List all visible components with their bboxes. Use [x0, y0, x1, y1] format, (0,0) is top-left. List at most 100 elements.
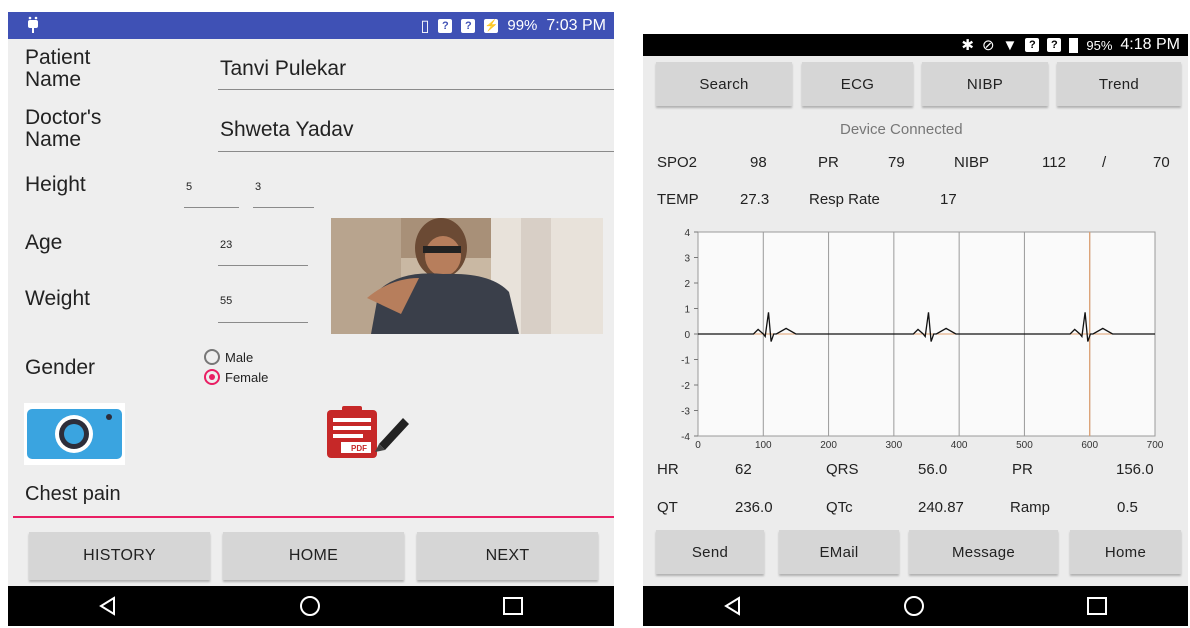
- patient-name-underline: [218, 89, 614, 90]
- gender-radio-female[interactable]: Female: [204, 369, 268, 385]
- nibp-systolic: 112: [1042, 154, 1066, 171]
- doctor-name-input[interactable]: Shweta Yadav: [220, 118, 354, 142]
- y-tick-label: 1: [684, 305, 690, 316]
- spo2-label: SPO2: [657, 154, 698, 171]
- tab-search[interactable]: Search: [656, 62, 792, 106]
- home-button[interactable]: Home: [1070, 530, 1181, 574]
- x-tick-label: 700: [1147, 440, 1164, 451]
- camera-button[interactable]: [24, 403, 125, 465]
- doctor-name-underline: [218, 151, 614, 152]
- vibrate-icon: ▯: [420, 17, 430, 35]
- home-circle-icon[interactable]: [299, 595, 321, 617]
- status-bar: ▯ ? ? ⚡ 99% 7:03 PM: [8, 12, 614, 39]
- back-icon[interactable]: [723, 596, 743, 616]
- android-nav-bar: [643, 586, 1188, 626]
- battery-percent: 99%: [507, 17, 538, 34]
- radio-male-label: Male: [225, 349, 254, 365]
- qtc-label: QTc: [826, 499, 853, 516]
- home-button[interactable]: HOME: [223, 532, 404, 580]
- history-button[interactable]: HISTORY: [29, 532, 210, 580]
- pdf-badge-text: PDF: [351, 444, 367, 453]
- y-tick-label: 2: [684, 279, 690, 290]
- nibp-label: NIBP: [954, 154, 990, 171]
- y-tick-label: 4: [684, 228, 690, 239]
- age-input[interactable]: 23: [220, 239, 232, 251]
- sim1-icon: ?: [1025, 38, 1040, 52]
- email-button[interactable]: EMail: [779, 530, 899, 574]
- y-tick-label: -4: [681, 432, 690, 443]
- ecg-monitor-screen: ✱ ⊘ ▼ ? ? 95% 4:18 PM Search ECG NIBP Tr…: [643, 34, 1188, 626]
- qt-label: QT: [657, 499, 678, 516]
- x-tick-label: 400: [951, 440, 968, 451]
- y-tick-label: 0: [684, 330, 690, 341]
- send-button[interactable]: Send: [656, 530, 764, 574]
- patient-name-input[interactable]: Tanvi Pulekar: [220, 57, 346, 81]
- height-feet-input[interactable]: 5: [186, 181, 192, 193]
- patient-form-screen: ▯ ? ? ⚡ 99% 7:03 PM Patient Name Tanvi P…: [8, 12, 614, 626]
- age-underline: [218, 265, 308, 266]
- gender-radio-male[interactable]: Male: [204, 349, 253, 365]
- hr-label: HR: [657, 461, 679, 478]
- qtc-value: 240.87: [918, 499, 964, 516]
- tab-nibp[interactable]: NIBP: [922, 62, 1048, 106]
- weight-label: Weight: [25, 287, 90, 310]
- battery-percent: 95%: [1086, 37, 1113, 53]
- android-notification-icon: [28, 16, 38, 33]
- pdf-report-button[interactable]: PDF: [317, 404, 412, 464]
- ramp-label: Ramp: [1010, 499, 1051, 516]
- y-tick-label: -3: [681, 407, 690, 418]
- nibp-diastolic: 70: [1153, 154, 1170, 171]
- weight-underline: [218, 322, 308, 323]
- resp-rate-value: 17: [940, 191, 957, 208]
- clock: 4:18 PM: [1120, 36, 1180, 53]
- tab-trend[interactable]: Trend: [1057, 62, 1181, 106]
- connection-status: Device Connected: [840, 121, 963, 138]
- nibp-separator: /: [1102, 154, 1107, 171]
- back-icon[interactable]: [98, 596, 118, 616]
- y-tick-label: -1: [681, 356, 690, 367]
- age-label: Age: [25, 231, 63, 254]
- patient-photo[interactable]: [331, 218, 603, 334]
- home-circle-icon[interactable]: [903, 595, 925, 617]
- height-label: Height: [25, 173, 86, 196]
- recents-icon[interactable]: [1086, 596, 1108, 616]
- tab-ecg[interactable]: ECG: [802, 62, 913, 106]
- hr-value: 62: [735, 461, 752, 478]
- pr-interval-value: 156.0: [1116, 461, 1154, 478]
- qt-value: 236.0: [735, 499, 773, 516]
- radio-male-circle[interactable]: [204, 349, 220, 365]
- status-bar: ✱ ⊘ ▼ ? ? 95% 4:18 PM: [643, 34, 1188, 56]
- wifi-icon: ▼: [1002, 36, 1018, 54]
- y-tick-label: 3: [684, 254, 690, 265]
- symptom-underline: [13, 516, 614, 518]
- resp-rate-label: Resp Rate: [809, 191, 880, 208]
- sim2-icon: ?: [1047, 38, 1062, 52]
- do-not-disturb-icon: ⊘: [981, 37, 995, 54]
- radio-female-label: Female: [225, 369, 269, 385]
- message-button[interactable]: Message: [909, 530, 1058, 574]
- clock: 7:03 PM: [546, 16, 606, 34]
- weight-input[interactable]: 55: [220, 295, 232, 307]
- android-nav-bar: [8, 586, 614, 626]
- x-tick-label: 200: [820, 440, 837, 451]
- symptom-input[interactable]: Chest pain: [25, 483, 121, 506]
- battery-icon: [1069, 37, 1079, 53]
- ramp-value: 0.5: [1117, 499, 1138, 516]
- qrs-value: 56.0: [918, 461, 948, 478]
- bluetooth-icon: ✱: [961, 37, 974, 54]
- x-tick-label: 500: [1016, 440, 1033, 451]
- spo2-value: 98: [750, 154, 767, 171]
- height-feet-underline: [184, 207, 239, 208]
- x-tick-label: 600: [1081, 440, 1098, 451]
- battery-charging-icon: ⚡: [484, 18, 499, 33]
- gender-label: Gender: [25, 356, 96, 379]
- next-button[interactable]: NEXT: [417, 532, 598, 580]
- radio-female-circle[interactable]: [204, 369, 220, 385]
- x-tick-label: 300: [886, 440, 903, 451]
- y-tick-label: -2: [681, 381, 690, 392]
- recents-icon[interactable]: [502, 596, 524, 616]
- pdf-clipboard-icon: [321, 406, 409, 462]
- height-inches-input[interactable]: 3: [255, 181, 261, 193]
- temp-label: TEMP: [657, 191, 699, 208]
- ecg-chart: 0 100 200 300 400 500 600 700 4 3 2 1 0 -1 -2 -3 -4: [681, 228, 1164, 451]
